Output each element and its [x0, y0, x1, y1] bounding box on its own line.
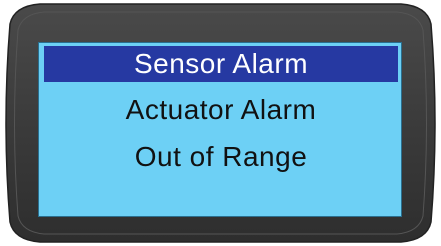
device-display: Sensor Alarm Actuator Alarm Out of Range [0, 0, 441, 246]
lcd-screen: Sensor Alarm Actuator Alarm Out of Range [38, 42, 402, 217]
menu-item-out-of-range[interactable]: Out of Range [44, 139, 398, 175]
menu-item-actuator-alarm[interactable]: Actuator Alarm [44, 92, 398, 128]
menu-item-sensor-alarm[interactable]: Sensor Alarm [44, 46, 398, 82]
